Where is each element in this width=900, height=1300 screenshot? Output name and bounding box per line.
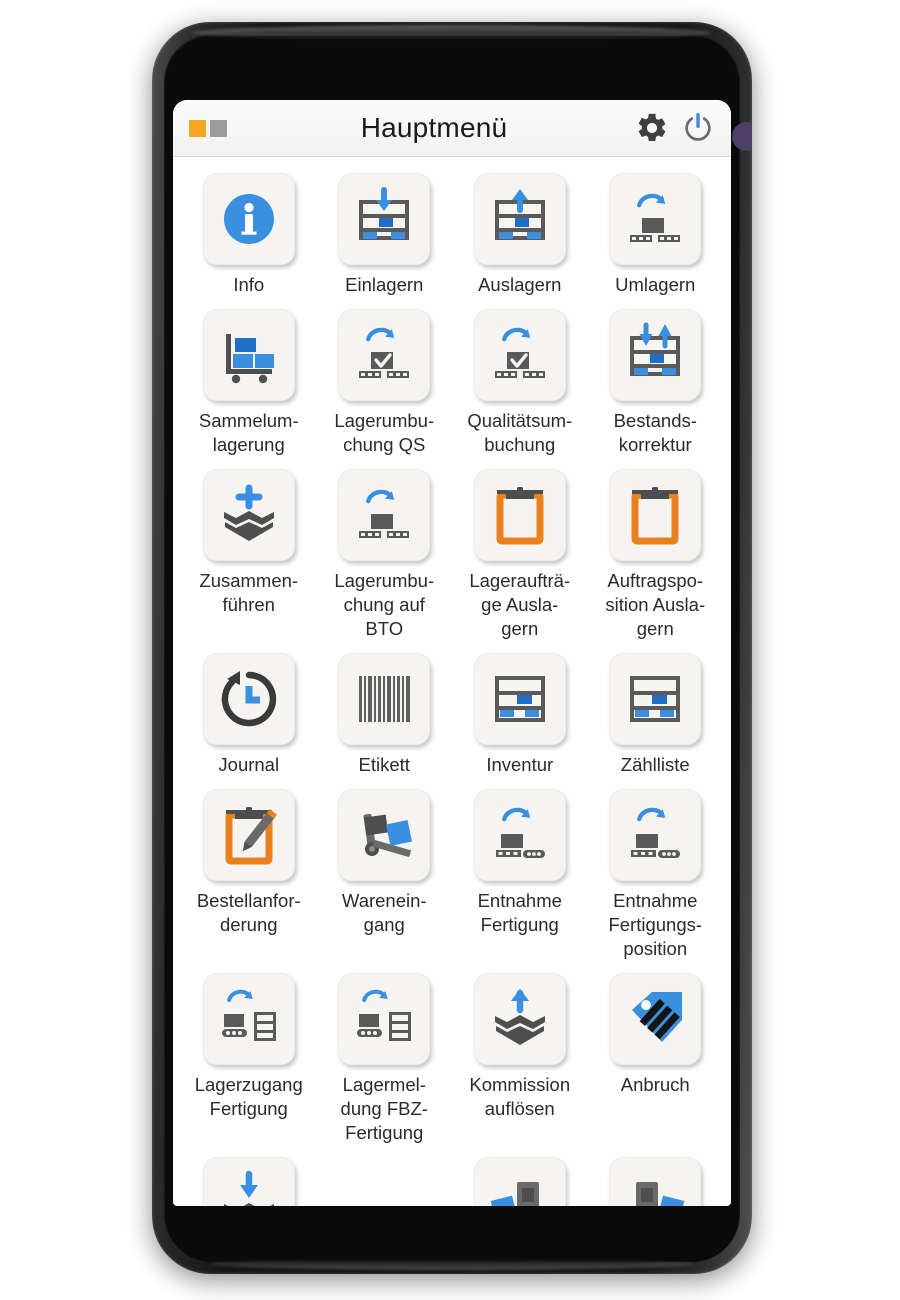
menu-item-auslagern[interactable]: Auslagern	[452, 167, 588, 301]
rack-arrow-down-icon[interactable]	[338, 173, 431, 265]
menu-item-label: Entnahme Fertigung	[477, 890, 562, 935]
frame-highlight-bottom	[212, 1258, 692, 1270]
hand-truck-icon[interactable]	[338, 789, 431, 881]
menu-item-label: Inventur	[486, 754, 554, 775]
power-icon[interactable]	[681, 111, 715, 145]
menu-item-warenein-gang[interactable]: Warenein- gang	[317, 783, 453, 965]
pallet-curved-arrow-icon[interactable]	[609, 173, 702, 265]
menu-item-anbruch[interactable]: Anbruch	[588, 967, 724, 1149]
menu-item-label: Auslagern	[478, 274, 562, 295]
rack-arrows-updown-icon[interactable]	[609, 309, 702, 401]
device-box-right-icon[interactable]	[609, 1157, 702, 1206]
barcode-icon[interactable]	[338, 653, 431, 745]
menu-item-lageraufträ-ge-ausla-gern[interactable]: Lageraufträ- ge Ausla- gern	[452, 463, 588, 645]
conveyor-rack-arrow-icon[interactable]	[338, 973, 431, 1065]
frame-highlight-top	[192, 25, 712, 41]
tag-icon[interactable]	[609, 973, 702, 1065]
logo-square-orange-icon	[189, 119, 206, 137]
clipboard-pencil-icon[interactable]	[202, 789, 295, 881]
menu-item-kommissionauflösen[interactable]: Kommission auflösen	[452, 967, 588, 1149]
menu-item-label: Journal	[218, 754, 280, 775]
menu-item-inventur[interactable]: Inventur	[452, 647, 588, 781]
menu-item-journal[interactable]: Journal	[181, 647, 317, 781]
cart-boxes-icon[interactable]	[202, 309, 295, 401]
rack-arrow-up-icon[interactable]	[473, 173, 566, 265]
menu-item-etikett[interactable]: Etikett	[317, 647, 453, 781]
menu-item-label: Umlagern	[615, 274, 696, 295]
menu-item-lagermel-dung-fbz-fertigung[interactable]: Lagermel- dung FBZ- Fertigung	[317, 967, 453, 1149]
menu-item-label: Lageraufträ- ge Ausla- gern	[469, 570, 571, 639]
menu-item-partial-6-3[interactable]	[588, 1151, 724, 1206]
app-logo	[189, 119, 227, 137]
page-title: Hauptmenü	[360, 112, 508, 143]
menu-item-label: Lagerumbu- chung auf BTO	[334, 570, 435, 639]
pallet-curved-arrow-icon[interactable]	[338, 469, 431, 561]
menu-item-label: Kommission auflösen	[469, 1074, 571, 1119]
info-circle-icon[interactable]	[202, 173, 295, 265]
pallet-conveyor-arrow-icon[interactable]	[473, 789, 566, 881]
history-clock-icon[interactable]	[202, 653, 295, 745]
rack-plain-icon[interactable]	[473, 653, 566, 745]
pallet-conveyor-arrow-icon[interactable]	[609, 789, 702, 881]
menu-item-label: Sammelum- lagerung	[198, 410, 299, 455]
menu-item-lagerzugangfertigung[interactable]: Lagerzugang Fertigung	[181, 967, 317, 1149]
menu-item-bestands-korrektur[interactable]: Bestands- korrektur	[588, 303, 724, 461]
menu-item-auftragspo-sition-ausla-gern[interactable]: Auftragspo- sition Ausla- gern	[588, 463, 724, 645]
menu-item-label: Zusammen- führen	[199, 570, 299, 615]
pallet-check-arrow-icon[interactable]	[338, 309, 431, 401]
titlebar-actions	[635, 111, 715, 145]
logo-square-grey-icon	[210, 119, 227, 137]
menu-item-entnahmefertigungs-position[interactable]: Entnahme Fertigungs- position	[588, 783, 724, 965]
box-arrow-up-icon[interactable]	[473, 973, 566, 1065]
menu-item-label: Lagerumbu- chung QS	[334, 410, 435, 455]
gear-icon[interactable]	[635, 111, 669, 145]
menu-item-entnahmefertigung[interactable]: Entnahme Fertigung	[452, 783, 588, 965]
menu-item-qualitätsum-buchung[interactable]: Qualitätsum- buchung	[452, 303, 588, 461]
menu-item-einlagern[interactable]: Einlagern	[317, 167, 453, 301]
menu-item-label: Auftragspo- sition Ausla- gern	[605, 570, 706, 639]
menu-item-lagerumbu-chung-qs[interactable]: Lagerumbu- chung QS	[317, 303, 453, 461]
box-arrow-down-icon[interactable]	[202, 1157, 295, 1206]
menu-item-label: Bestellanfor- derung	[196, 890, 301, 935]
menu-item-bestellanfor-derung[interactable]: Bestellanfor- derung	[181, 783, 317, 965]
menu-item-label: Qualitätsum- buchung	[467, 410, 573, 455]
menu-item-label: Entnahme Fertigungs- position	[608, 890, 703, 959]
menu-item-umlagern[interactable]: Umlagern	[588, 167, 724, 301]
menu-item-zählliste[interactable]: Zählliste	[588, 647, 724, 781]
menu-item-partial-6-2[interactable]	[452, 1151, 588, 1206]
menu-item-info[interactable]: Info	[181, 167, 317, 301]
phone-screen: Hauptmenü Info Einlagern Auslagern Umlag…	[173, 100, 731, 1206]
menu-item-zusammen-führen[interactable]: Zusammen- führen	[181, 463, 317, 645]
clipboard-icon[interactable]	[609, 469, 702, 561]
menu-item-label: Anbruch	[620, 1074, 690, 1095]
menu-item-label: Lagerzugang Fertigung	[194, 1074, 303, 1119]
menu-item-lagerumbu-chung-aufbto[interactable]: Lagerumbu- chung auf BTO	[317, 463, 453, 645]
pallet-check-arrow-icon[interactable]	[473, 309, 566, 401]
menu-item-label: Etikett	[358, 754, 410, 775]
menu-item-label: Bestands- korrektur	[613, 410, 697, 455]
menu-item-label: Einlagern	[345, 274, 424, 295]
menu-item-label: Lagermel- dung FBZ- Fertigung	[340, 1074, 428, 1143]
box-plus-icon[interactable]	[202, 469, 295, 561]
menu-item-label: Zählliste	[620, 754, 690, 775]
main-menu-grid: Info Einlagern Auslagern Umlagern Sammel…	[173, 157, 731, 1206]
app-titlebar: Hauptmenü	[173, 100, 731, 157]
device-box-left-icon[interactable]	[473, 1157, 566, 1206]
rack-plain-icon[interactable]	[609, 653, 702, 745]
menu-item-partial-6-0[interactable]	[181, 1151, 317, 1206]
clipboard-icon[interactable]	[473, 469, 566, 561]
menu-item-partial-6-1[interactable]	[317, 1151, 453, 1206]
menu-item-label: Info	[233, 274, 265, 295]
menu-item-label: Warenein- gang	[341, 890, 427, 935]
menu-item-sammelum-lagerung[interactable]: Sammelum- lagerung	[181, 303, 317, 461]
conveyor-rack-arrow-icon[interactable]	[202, 973, 295, 1065]
